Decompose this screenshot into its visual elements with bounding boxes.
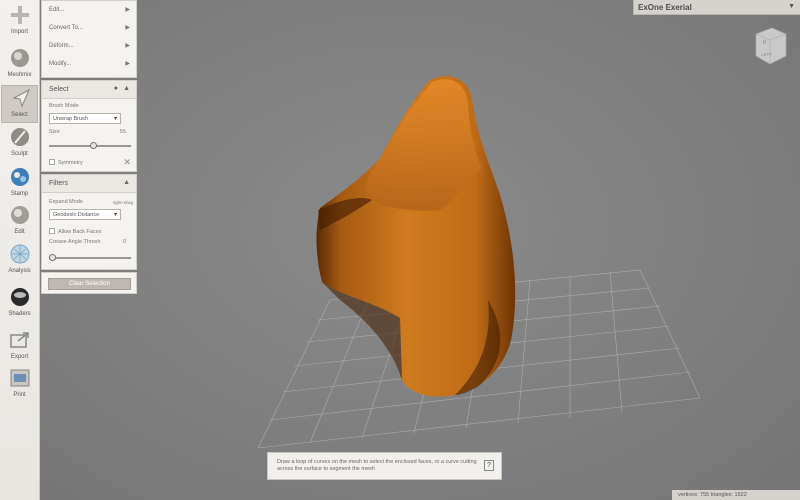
filters-header[interactable]: Filters ▲ <box>42 175 136 193</box>
size-slider[interactable] <box>49 142 131 149</box>
symmetry-checkbox[interactable] <box>49 159 55 165</box>
tool-sculpt[interactable]: Sculpt <box>1 125 38 163</box>
plus-icon <box>11 6 29 24</box>
size-value: 55 <box>119 129 126 135</box>
print-icon <box>10 369 30 387</box>
crease-angle-slider[interactable] <box>49 254 131 261</box>
menu-item-label: Modify... <box>49 61 72 67</box>
tool-label: Shaders <box>8 311 31 317</box>
brush-mode-dropdown[interactable]: Unwrap Brush ▾ <box>49 113 121 124</box>
menu-item-label: Edit... <box>49 7 65 13</box>
filters-title: Filters <box>49 180 69 187</box>
sculpt-brush-icon <box>11 128 29 146</box>
stamp-icon <box>11 168 29 186</box>
tool-label: Export <box>10 354 29 360</box>
brush-mode-value: Unwrap Brush <box>53 116 88 122</box>
tool-meshmix[interactable]: Meshmix <box>1 46 38 84</box>
view-cube-icon: B <box>755 27 787 65</box>
symmetry-label: Symmetry <box>58 160 83 166</box>
menu-item-deform[interactable]: Deform... ▶ <box>42 37 136 55</box>
object-title: ExOne Exerial <box>638 3 692 12</box>
size-slider-handle[interactable] <box>90 142 98 149</box>
menu-section: Edit... ▶ Convert To... ▶ Deform... ▶ Mo… <box>41 0 137 78</box>
view-cube-label: LEFT <box>761 52 773 57</box>
meshmix-icon <box>11 49 29 67</box>
property-panel: Edit... ▶ Convert To... ▶ Deform... ▶ Mo… <box>41 0 137 294</box>
triangle-right-icon: ▶ <box>125 43 130 49</box>
edit-icon <box>11 206 29 224</box>
clear-selection-button[interactable]: Clear Selection <box>48 278 131 290</box>
hint-text: Draw a loop of curves on the mesh to sel… <box>277 459 477 472</box>
select-title: Select <box>49 86 69 93</box>
export-icon <box>10 332 29 348</box>
crease-angle-value: 0 <box>122 239 126 245</box>
help-button[interactable]: ? <box>484 460 494 471</box>
expand-mode-value: Geodesic Distance <box>53 212 100 218</box>
caret-down-icon: ▾ <box>113 212 117 218</box>
triangle-right-icon: ▶ <box>125 25 130 31</box>
tool-label: Analysis <box>8 268 31 274</box>
view-cube[interactable]: B LEFT <box>752 26 788 66</box>
menu-item-label: Deform... <box>49 43 74 49</box>
tool-label: Import <box>10 29 28 35</box>
tool-label: Edit <box>14 229 25 235</box>
symmetry-tool-icon[interactable]: ✕ <box>123 157 131 168</box>
tool-shaders[interactable]: Shaders <box>1 285 38 323</box>
size-label: Size <box>49 129 60 135</box>
tool-select[interactable]: Select <box>1 85 38 123</box>
tool-import[interactable]: Import <box>1 3 38 41</box>
select-arrow-icon <box>12 88 31 108</box>
expand-mode-hint: right+drag <box>112 200 133 205</box>
caret-down-icon: ▾ <box>113 116 117 122</box>
crease-angle-label: Crease Angle Thresh <box>49 239 101 245</box>
chevron-down-icon: ▼ <box>788 3 795 10</box>
tool-label: Meshmix <box>7 72 32 78</box>
tool-analysis[interactable]: Analysis <box>1 242 38 280</box>
analysis-icon <box>10 244 30 264</box>
expand-mode-label: Expand Mode <box>49 199 83 205</box>
select-header[interactable]: Select ● ▲ <box>42 81 136 99</box>
menu-item-label: Convert To... <box>49 25 83 31</box>
collapse-icon[interactable]: ▲ <box>123 179 130 186</box>
triangle-right-icon: ▶ <box>125 7 130 13</box>
tool-label: Sculpt <box>11 151 28 157</box>
menu-item-convert-to[interactable]: Convert To... ▶ <box>42 19 136 37</box>
allow-back-faces-checkbox[interactable] <box>49 228 55 234</box>
tool-edit[interactable]: Edit <box>1 203 38 241</box>
tool-label: Select <box>11 112 28 118</box>
clear-section: Clear Selection <box>41 272 137 294</box>
shaders-icon <box>11 288 29 306</box>
mesh-stats: vertices: 755 triangles: 1522 <box>678 492 747 498</box>
collapse-icon[interactable]: ▲ <box>123 85 130 92</box>
tool-label: Print <box>13 392 26 398</box>
brush-mode-label: Brush Mode <box>49 103 79 109</box>
object-title-bar[interactable]: ExOne Exerial ▼ <box>633 0 800 15</box>
tool-strip: Import Meshmix Select Sculpt Stamp Edit <box>0 0 40 500</box>
expand-mode-dropdown[interactable]: Geodesic Distance ▾ <box>49 209 121 220</box>
crease-angle-slider-handle[interactable] <box>49 254 56 261</box>
hint-tooltip: Draw a loop of curves on the mesh to sel… <box>267 452 502 480</box>
select-section: Select ● ▲ Brush Mode Unwrap Brush ▾ Siz… <box>41 80 137 172</box>
menu-item-modify[interactable]: Modify... ▶ <box>42 55 136 73</box>
menu-item-edit[interactable]: Edit... ▶ <box>42 1 136 19</box>
mesh-model <box>316 76 516 397</box>
tool-print[interactable]: Print <box>1 366 38 404</box>
triangle-right-icon: ▶ <box>125 61 130 67</box>
filters-section: Filters ▲ Expand Mode right+drag Geodesi… <box>41 174 137 270</box>
tool-label: Stamp <box>10 191 29 197</box>
allow-back-faces-label: Allow Back Faces <box>58 229 102 235</box>
tool-export[interactable]: Export <box>1 328 38 366</box>
settings-icon[interactable]: ● <box>114 85 118 92</box>
tool-stamp[interactable]: Stamp <box>1 165 38 203</box>
mesh-stats-bar: vertices: 755 triangles: 1522 <box>672 490 800 500</box>
